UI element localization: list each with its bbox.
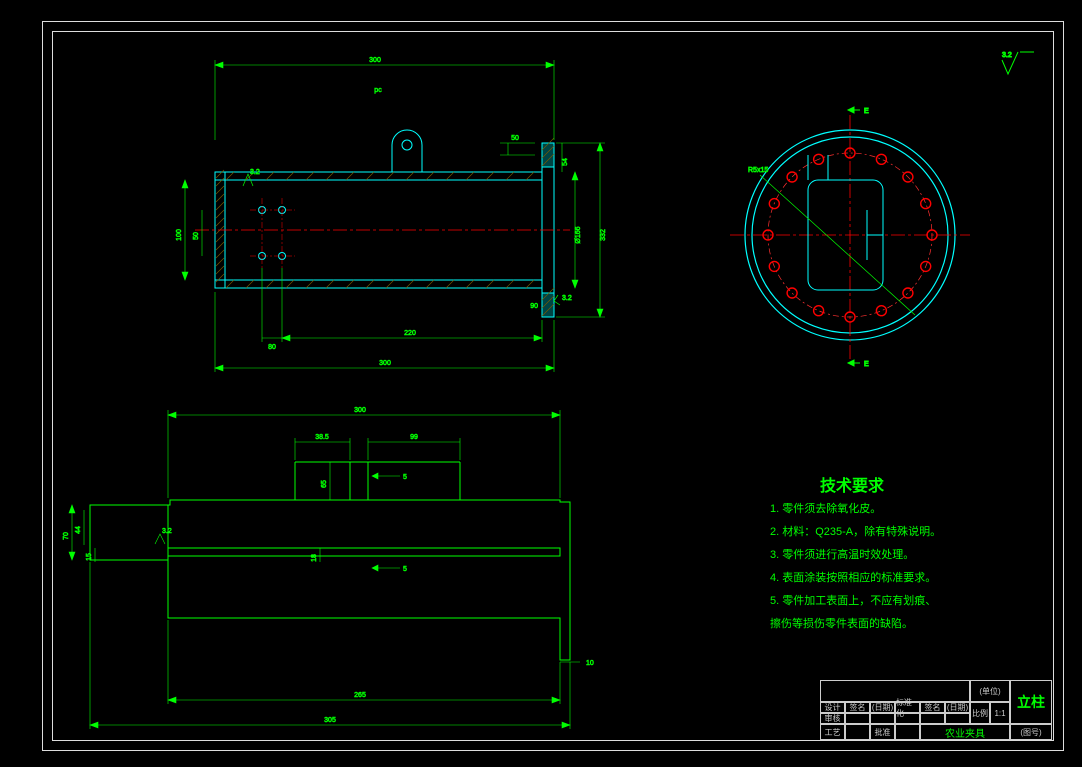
svg-text:65: 65	[321, 480, 328, 488]
svg-text:100: 100	[176, 229, 183, 241]
tech-req-4: 4. 表面涂装按照相应的标准要求。	[770, 569, 936, 585]
institution: 农业夹具	[920, 724, 1010, 740]
svg-text:3.2: 3.2	[1002, 52, 1012, 59]
svg-text:300: 300	[369, 57, 381, 64]
svg-text:50: 50	[193, 232, 200, 240]
svg-text:E: E	[864, 108, 869, 115]
svg-text:15: 15	[86, 553, 93, 561]
svg-text:R5x15: R5x15	[748, 167, 768, 174]
svg-text:10: 10	[586, 660, 594, 667]
svg-text:Ø166: Ø166	[575, 226, 582, 243]
svg-text:220: 220	[404, 330, 416, 337]
svg-text:80: 80	[268, 344, 276, 351]
svg-text:3.2: 3.2	[162, 528, 172, 535]
svg-text:265: 265	[354, 692, 366, 699]
drawing-svg: 300 pc 332 Ø166 54 50 100 50	[0, 0, 1082, 767]
svg-text:300: 300	[354, 407, 366, 414]
svg-text:38.5: 38.5	[315, 434, 329, 441]
svg-text:E: E	[864, 361, 869, 368]
svg-text:pc: pc	[374, 87, 382, 94]
svg-text:305: 305	[324, 717, 336, 724]
svg-text:5: 5	[403, 566, 407, 573]
tech-req-3: 3. 零件须进行高温时效处理。	[770, 546, 914, 562]
tech-req-5: 5. 零件加工表面上，不应有划痕、	[770, 592, 936, 608]
svg-text:300: 300	[379, 360, 391, 367]
svg-text:44: 44	[75, 526, 82, 534]
svg-text:3.2: 3.2	[562, 295, 572, 302]
svg-text:70: 70	[63, 532, 70, 540]
tech-req-6: 擦伤等损伤零件表面的缺陷。	[770, 615, 913, 631]
svg-text:50: 50	[511, 135, 519, 142]
tech-req-title: 技术要求	[820, 472, 884, 496]
drawing-name: 立柱	[1017, 692, 1045, 712]
svg-text:3.2: 3.2	[250, 169, 260, 176]
tech-req-1: 1. 零件须去除氧化皮。	[770, 500, 881, 516]
svg-text:18: 18	[311, 554, 318, 562]
svg-text:90: 90	[530, 303, 538, 310]
svg-text:332: 332	[600, 229, 607, 241]
svg-text:99: 99	[410, 434, 418, 441]
tech-req-2: 2. 材料：Q235-A，除有特殊说明。	[770, 523, 941, 539]
drawing-canvas: 300 pc 332 Ø166 54 50 100 50	[0, 0, 1082, 767]
svg-text:54: 54	[562, 158, 569, 166]
svg-text:5: 5	[403, 474, 407, 481]
